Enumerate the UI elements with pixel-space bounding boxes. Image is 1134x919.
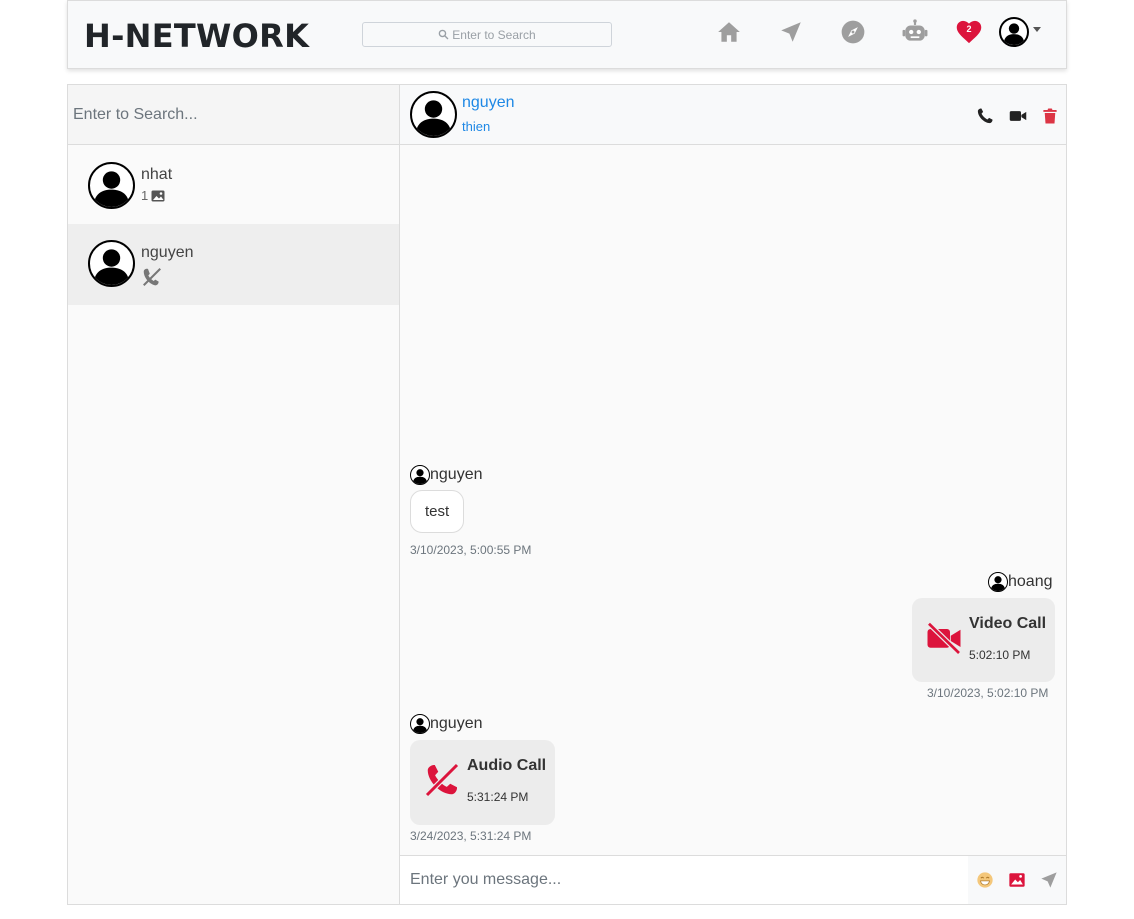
trash-icon[interactable] — [1040, 106, 1060, 126]
notification-count-badge: 2 — [966, 24, 972, 34]
call-time: 5:31:24 PM — [467, 790, 529, 804]
message-sender: hoang — [988, 572, 1053, 592]
video-off-icon — [927, 621, 961, 655]
conversation-search-input[interactable] — [68, 85, 399, 144]
send-icon[interactable] — [1039, 870, 1059, 890]
chat-avatar[interactable] — [410, 91, 457, 138]
unread-count: 1 — [141, 188, 149, 203]
image-upload-icon[interactable] — [1007, 870, 1027, 890]
sender-name: hoang — [1008, 573, 1053, 590]
call-time: 5:02:10 PM — [969, 648, 1031, 662]
call-title: Audio Call — [467, 757, 547, 774]
user-menu-dropdown[interactable] — [999, 17, 1041, 47]
chat-panel: nguyen thien nguyen test 3/10/2023, 5:00… — [400, 85, 1066, 904]
sender-name: nguyen — [430, 466, 483, 483]
missed-call-icon — [143, 268, 161, 286]
sender-avatar — [410, 465, 430, 485]
message-sender: nguyen — [410, 465, 483, 485]
user-avatar — [999, 17, 1029, 47]
call-title: Video Call — [969, 615, 1047, 632]
chat-contact-subtitle: thien — [462, 119, 491, 134]
brand-logo[interactable]: H-NETWORK — [84, 17, 309, 55]
robot-icon[interactable] — [901, 18, 929, 46]
message-timestamp: 3/10/2023, 5:02:10 PM — [927, 686, 1049, 700]
conversation-name: nguyen — [141, 244, 194, 261]
message-bubble: test — [410, 490, 465, 533]
conversation-preview: 1 — [141, 188, 165, 203]
image-icon — [151, 190, 165, 201]
video-icon[interactable] — [1008, 106, 1028, 126]
conversation-item-nhat[interactable]: nhat 1 — [68, 146, 399, 226]
send-nav-icon[interactable] — [777, 18, 805, 46]
sender-avatar — [410, 714, 430, 734]
messenger-container: nhat 1 nguyen nguyen thien — [67, 84, 1067, 905]
top-search-placeholder: Enter to Search — [452, 27, 536, 42]
message-timestamp: 3/24/2023, 5:31:24 PM — [410, 829, 532, 843]
search-icon — [438, 29, 449, 40]
home-icon[interactable] — [715, 18, 743, 46]
avatar — [88, 162, 135, 209]
conversation-sidebar: nhat 1 nguyen — [68, 85, 400, 904]
phone-icon[interactable] — [975, 106, 995, 126]
top-search-input[interactable]: Enter to Search — [362, 22, 612, 47]
avatar — [88, 240, 135, 287]
sender-avatar — [988, 572, 1008, 592]
conversation-item-nguyen[interactable]: nguyen — [68, 224, 399, 305]
notifications-heart-icon[interactable]: 2 — [955, 18, 985, 46]
sender-name: nguyen — [430, 715, 483, 732]
chevron-down-icon — [1033, 26, 1041, 32]
message-timestamp: 3/10/2023, 5:00:55 PM — [410, 543, 532, 557]
emoji-icon[interactable] — [975, 870, 995, 890]
message-list: nguyen test 3/10/2023, 5:00:55 PM hoang … — [400, 145, 1066, 855]
composer-actions — [968, 856, 1066, 904]
message-input[interactable] — [400, 856, 966, 904]
chat-contact-name[interactable]: nguyen — [462, 94, 515, 112]
video-call-card[interactable]: Video Call 5:02:10 PM — [912, 598, 1055, 682]
conversation-search — [68, 85, 399, 145]
top-navbar: H-NETWORK Enter to Search 2 — [67, 0, 1067, 69]
conversation-name: nhat — [141, 166, 173, 183]
phone-off-icon — [425, 763, 459, 797]
chat-header: nguyen thien — [400, 85, 1066, 145]
audio-call-card[interactable]: Audio Call 5:31:24 PM — [410, 740, 555, 825]
message-composer — [400, 855, 1066, 904]
conversation-preview — [141, 266, 163, 288]
message-sender: nguyen — [410, 714, 483, 734]
compass-icon[interactable] — [839, 18, 867, 46]
